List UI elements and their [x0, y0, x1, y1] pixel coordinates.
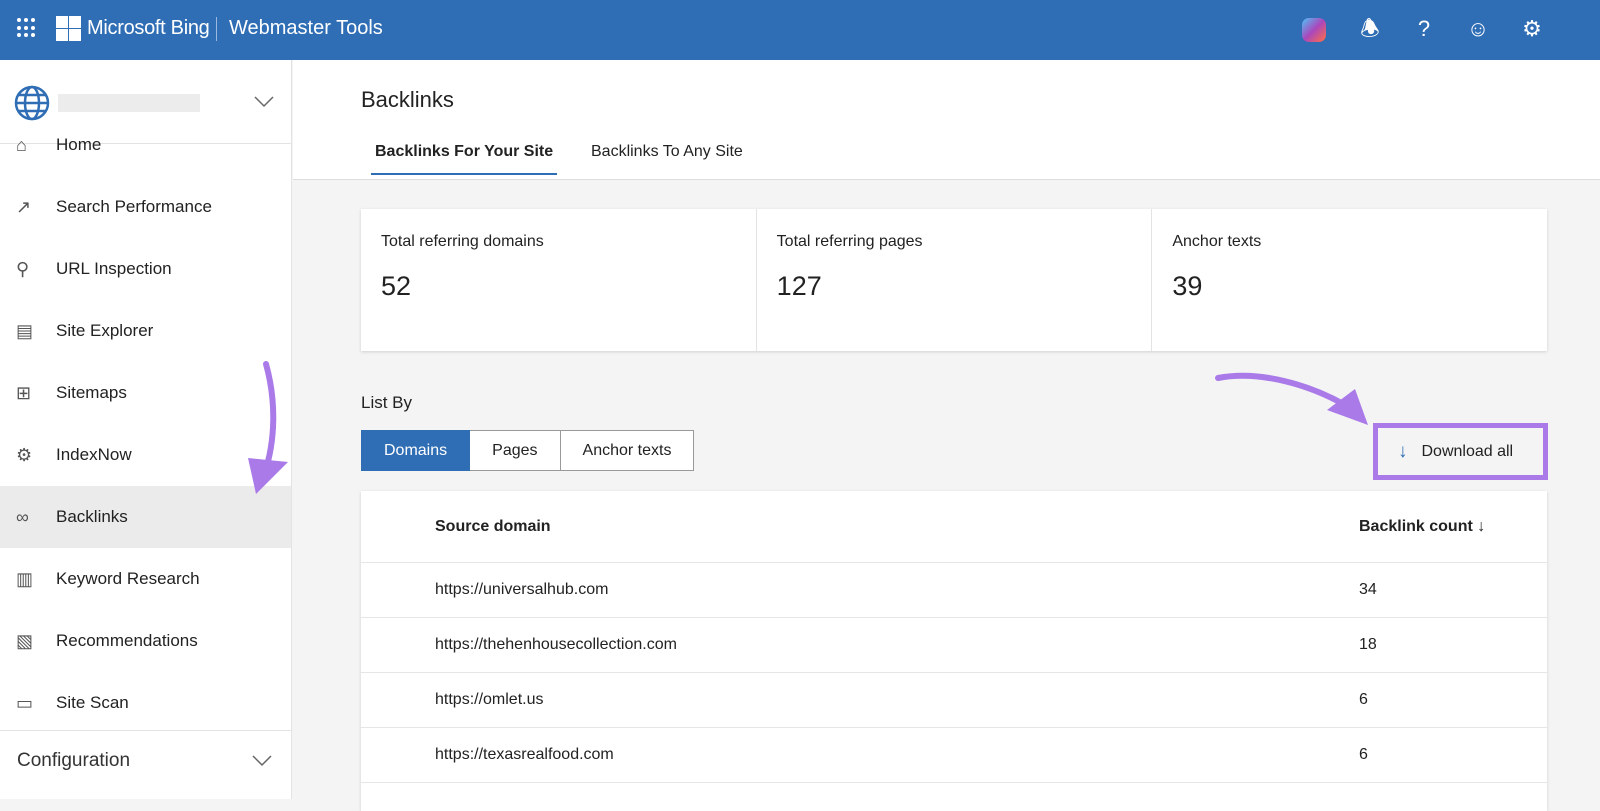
product-name[interactable]: Webmaster Tools	[229, 17, 383, 40]
help-icon[interactable]: ?	[1411, 16, 1437, 42]
sidebar-item-home[interactable]: ⌂ Home	[0, 114, 291, 176]
list-by-toggle: Domains Pages Anchor texts	[361, 430, 695, 471]
chevron-down-icon	[252, 755, 272, 767]
sidebar-item-label: Recommendations	[56, 631, 198, 650]
annotation-arrow-download	[1215, 372, 1348, 408]
download-all-button[interactable]: ↓ Download all	[1373, 423, 1548, 480]
table-row[interactable]: https://thehenhousecollection.com 18	[361, 618, 1547, 673]
list-icon: ▥	[16, 568, 34, 589]
source-domain[interactable]: https://omlet.us	[435, 691, 544, 709]
feedback-smiley-icon[interactable]: ☺	[1465, 16, 1491, 42]
sidebar-item-backlinks[interactable]: ∞ Backlinks	[0, 486, 291, 548]
backlink-count: 18	[1359, 636, 1377, 653]
sidebar-item-sitemaps[interactable]: ⊞ Sitemaps	[0, 362, 291, 424]
table-row[interactable]: https://texasrealfood.com 6	[361, 728, 1547, 783]
stat-card: Total referring domains 52	[361, 209, 757, 351]
source-domain[interactable]: https://thehenhousecollection.com	[435, 636, 677, 654]
table-header: Source domain Backlink count ↓	[361, 491, 1547, 563]
page-header: Backlinks Backlinks For Your Site Backli…	[293, 60, 1600, 180]
sidebar-item-label: Home	[56, 135, 102, 154]
sidebar-item-label: Sitemaps	[56, 383, 127, 402]
sidebar-item-label: Site Explorer	[56, 321, 154, 340]
recommendation-icon: ▧	[16, 630, 34, 651]
document-icon: ▤	[16, 320, 34, 341]
trend-icon: ↗	[16, 196, 32, 217]
bell-icon[interactable]: 🕭	[1357, 16, 1383, 42]
search-icon: ⚲	[16, 258, 30, 279]
sidebar-item-indexnow[interactable]: ⚙ IndexNow	[0, 424, 291, 486]
gear-icon[interactable]: ⚙	[1519, 16, 1545, 42]
gear-icon: ⚙	[16, 444, 33, 465]
sidebar-item-label: Backlinks	[56, 507, 128, 526]
source-domain[interactable]: https://universalhub.com	[435, 581, 608, 599]
microsoft-logo-icon	[56, 16, 81, 41]
annotation-arrowhead	[1327, 389, 1368, 425]
tab-backlinks-to-any-site[interactable]: Backlinks To Any Site	[587, 143, 747, 173]
download-label: Download all	[1421, 442, 1514, 460]
site-name-redacted	[58, 94, 200, 112]
sidebar-item-site-explorer[interactable]: ▤ Site Explorer	[0, 300, 291, 362]
top-bar: Microsoft Bing Webmaster Tools 🕭 ? ☺ ⚙	[0, 0, 1600, 60]
sidebar-item-label: Site Scan	[56, 693, 129, 712]
backlink-count: 6	[1359, 691, 1368, 708]
list-by-anchor-texts[interactable]: Anchor texts	[560, 430, 695, 471]
stat-value: 127	[776, 271, 822, 301]
sidebar-item-site-scan[interactable]: ▭ Site Scan	[0, 672, 291, 734]
column-source-domain[interactable]: Source domain	[435, 518, 551, 536]
source-domain[interactable]: https://texasrealfood.com	[435, 746, 614, 764]
table-row[interactable]: https://omlet.us 6	[361, 673, 1547, 728]
sidebar-item-url-inspection[interactable]: ⚲ URL Inspection	[0, 238, 291, 300]
configuration-section[interactable]: Configuration	[0, 730, 291, 790]
stat-label: Anchor texts	[1172, 233, 1262, 250]
table-row[interactable]: https://universalhub.com 34	[361, 563, 1547, 618]
app-launcher-icon[interactable]	[17, 18, 37, 38]
backlink-count: 34	[1359, 581, 1377, 598]
stat-card: Total referring pages 127	[757, 209, 1153, 351]
brand[interactable]: Microsoft Bing	[87, 17, 210, 40]
configuration-label: Configuration	[17, 749, 131, 771]
page-title: Backlinks	[361, 87, 454, 112]
stat-card: Anchor texts 39	[1152, 209, 1547, 351]
scan-icon: ▭	[16, 692, 34, 713]
sidebar-item-label: Keyword Research	[56, 569, 200, 588]
stat-label: Total referring pages	[776, 233, 923, 250]
column-backlink-count[interactable]: Backlink count ↓	[1359, 518, 1485, 536]
copilot-icon[interactable]	[1302, 18, 1326, 42]
link-icon: ∞	[16, 506, 29, 527]
list-by-pages[interactable]: Pages	[470, 430, 561, 471]
backlinks-table: Source domain Backlink count ↓ https://u…	[361, 491, 1547, 811]
sidebar-item-recommendations[interactable]: ▧ Recommendations	[0, 610, 291, 672]
stat-value: 39	[1172, 271, 1203, 301]
sidebar-item-keyword-research[interactable]: ▥ Keyword Research	[0, 548, 291, 610]
stat-value: 52	[381, 271, 412, 301]
list-by-domains[interactable]: Domains	[361, 430, 471, 471]
sidebar-item-label: Search Performance	[56, 197, 212, 216]
divider	[216, 17, 217, 41]
tab-backlinks-for-your-site[interactable]: Backlinks For Your Site	[371, 143, 558, 175]
home-icon: ⌂	[16, 134, 27, 155]
sidebar-item-label: URL Inspection	[56, 259, 172, 278]
sidebar-item-label: IndexNow	[56, 445, 132, 464]
stats-cards: Total referring domains 52 Total referrin…	[361, 209, 1547, 351]
backlink-count: 6	[1359, 746, 1368, 763]
list-by-label: List By	[361, 393, 413, 412]
chevron-down-icon[interactable]	[254, 96, 274, 108]
sidebar-item-search-performance[interactable]: ↗ Search Performance	[0, 176, 291, 238]
stat-label: Total referring domains	[381, 233, 544, 250]
sidebar: ⌂ Home ↗ Search Performance ⚲ URL Inspection ▤…	[0, 60, 292, 799]
sitemap-icon: ⊞	[16, 382, 32, 403]
download-icon: ↓	[1398, 440, 1408, 462]
